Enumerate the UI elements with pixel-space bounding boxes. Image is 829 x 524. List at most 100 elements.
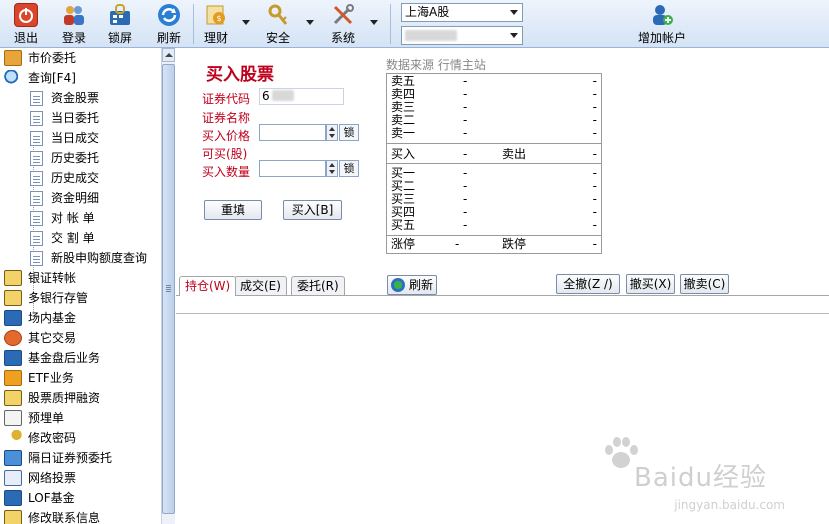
chevron-down-icon [510,33,518,38]
refresh-icon [391,278,405,292]
buy-sell-row: 买入 - 卖出 - [387,148,601,161]
add-account-label: 增加帐户 [637,31,686,45]
buy5-row: 买五 - - [387,219,601,232]
contact-info-icon [4,510,22,524]
document-icon [30,111,43,126]
trading-app-window: 退出 登录 锁屏 刷新 $ 理财 安全 系统 上海A股 增加帐户 市价委托 查询… [0,0,829,524]
sidebar-subitem-label: 资金股票 [51,91,100,105]
system-button[interactable]: 系统 [325,3,361,45]
buy1-row: 买一 - - [387,167,601,180]
users-icon [62,3,86,27]
refresh-button[interactable]: 刷新 [387,275,437,295]
account-select[interactable] [401,26,523,45]
quantity-label: 买入数量 [202,165,251,179]
cancel-all-button[interactable]: 全撤(Z /) [556,274,620,294]
stock-code-input[interactable]: 6 [259,88,344,105]
system-dropdown-icon[interactable] [370,20,378,25]
scroll-up-icon[interactable] [162,48,175,62]
reset-button[interactable]: 重填 [204,200,262,220]
limit-down-label: 跌停 [502,237,527,251]
quote-divider [387,163,601,164]
cancel-sell-button[interactable]: 撤卖(C) [680,274,729,294]
svg-text:$: $ [216,14,221,23]
document-icon [30,231,43,246]
pre-order-icon [4,410,22,426]
toolbar-separator [193,4,194,44]
sidebar-subitem-label: 历史委托 [51,151,100,165]
sidebar-item-label: 银证转帐 [28,271,77,285]
security-dropdown-icon[interactable] [306,20,314,25]
etf-icon [4,370,22,386]
data-source-label: 数据来源 行情主站 [386,58,486,72]
quote-panel: 卖五 - - 卖四 - - 卖三 - - 卖二 - - 卖一 - - 买入 - 卖出 - 买一 - - … [386,73,602,254]
code-label: 证券代码 [202,92,251,106]
quantity-spinner-icon[interactable] [326,160,338,177]
stock-name-label: 证券名称 [202,111,251,125]
sidebar: 市价委托 查询[F4] 资金股票 当日委托 当日成交 历史委托 历史成交 资金明… [0,48,175,524]
market-select[interactable]: 上海A股 [401,3,523,22]
buy-in-label: 买入 [391,147,416,161]
refresh-icon [157,3,181,27]
quote-divider [387,143,601,144]
sidebar-item-label: 场内基金 [28,311,77,325]
level-volume: - [592,126,597,140]
stock-code-value: 6 [262,89,270,103]
key-icon [266,3,290,27]
finance-icon: $ [204,3,228,27]
sidebar-item-label: 基金盘后业务 [28,351,101,365]
document-icon [30,211,43,226]
sidebar-item-label: ETF业务 [28,371,74,385]
sidebar-item-label: 市价委托 [28,51,77,65]
price-spinner-icon[interactable] [326,124,338,141]
sell4-row: 卖四 - - [387,88,601,101]
sidebar-scrollbar[interactable] [161,48,175,524]
exit-label: 退出 [13,31,38,45]
buy3-row: 买三 - - [387,193,601,206]
cancel-buy-button[interactable]: 撤买(X) [626,274,675,294]
security-button[interactable]: 安全 [260,3,296,45]
chevron-down-icon [510,10,518,15]
sidebar-item-label: LOF基金 [28,491,75,505]
next-day-order-icon [4,450,22,466]
document-icon [30,191,43,206]
tab-trades[interactable]: 成交(E) [234,276,287,295]
refresh-toolbar-button[interactable]: 刷新 [151,3,187,45]
limit-up-value: - [455,237,460,251]
finance-button[interactable]: $ 理财 [199,3,233,45]
pledge-icon [4,390,22,406]
login-button[interactable]: 登录 [56,3,92,45]
level-name: 卖一 [391,126,416,140]
sidebar-item-label: 网络投票 [28,471,77,485]
tab-orders[interactable]: 委托(R) [291,276,345,295]
sidebar-item-label: 修改联系信息 [28,511,101,524]
password-key-icon [4,430,22,446]
buy4-row: 买四 - - [387,206,601,219]
tab-underline [176,295,829,296]
tab-positions[interactable]: 持仓(W) [179,276,237,296]
add-account-button[interactable]: 增加帐户 [632,3,692,45]
scroll-thumb[interactable] [162,64,175,514]
buy-price-input[interactable] [259,124,326,141]
market-order-icon [4,50,22,66]
price-label: 买入价格 [202,129,251,143]
finance-dropdown-icon[interactable] [242,20,250,25]
sell-out-value: - [592,147,597,161]
refresh-label: 刷新 [409,278,434,292]
sidebar-subitem-label: 当日成交 [51,131,100,145]
add-user-icon [650,3,674,27]
buy-button[interactable]: 买入[B] [283,200,342,220]
tools-icon [331,3,355,27]
watermark-brand: Baidu经验 [634,463,767,493]
quantity-lock-button[interactable]: 锁 [339,160,359,177]
lock-screen-button[interactable]: 锁屏 [102,3,138,45]
sidebar-item-label: 隔日证券预委托 [28,451,113,465]
document-icon [30,171,43,186]
sidebar-subitem-label: 新股申购额度查询 [51,251,148,265]
lof-fund-icon [4,490,22,506]
document-icon [30,91,43,106]
document-icon [30,251,43,266]
price-lock-button[interactable]: 锁 [339,124,359,141]
buy-quantity-input[interactable] [259,160,326,177]
exit-button[interactable]: 退出 [8,3,44,45]
query-icon [4,70,22,86]
